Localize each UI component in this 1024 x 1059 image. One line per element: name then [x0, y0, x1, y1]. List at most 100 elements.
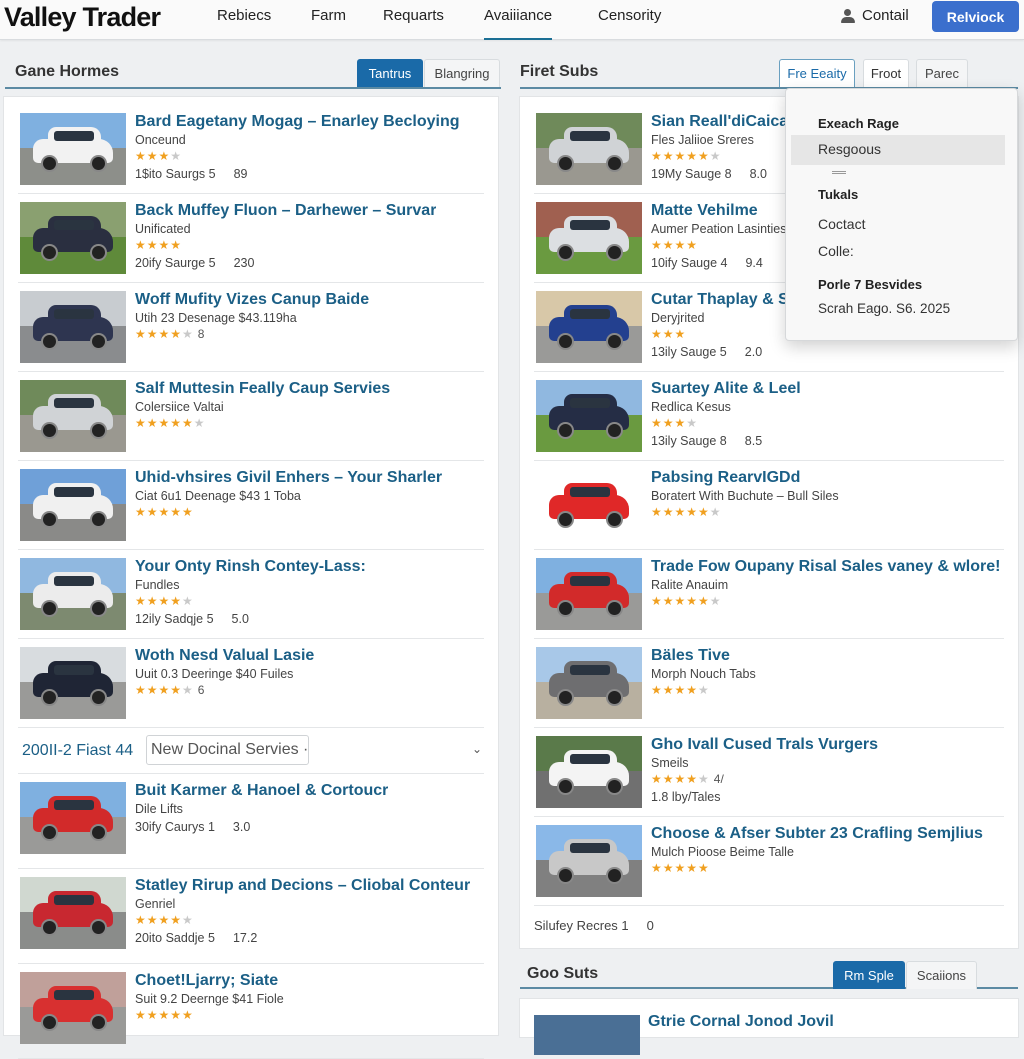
- car-thumbnail[interactable]: [536, 558, 642, 630]
- listing-title[interactable]: Salf Muttesin Feally Caup Servies: [135, 380, 390, 398]
- star-rating-filled: ★★★★: [135, 913, 183, 927]
- dropdown-item-date[interactable]: Scrah Eago. S6. 2025: [818, 301, 950, 316]
- listing-title[interactable]: Back Muffey Fluon – Darhewer – Survar: [135, 202, 436, 220]
- listing-item[interactable]: Gho Ivall Cused Trals Vurgers Smeils ★★★★★…: [534, 728, 1004, 817]
- listing-title[interactable]: Matte Vehilme: [651, 202, 758, 220]
- car-thumbnail[interactable]: [536, 380, 642, 452]
- nav-item-4-active[interactable]: Avaiiiance: [484, 7, 553, 40]
- listing-title[interactable]: Suartey Alite & Leel: [651, 380, 801, 398]
- tab-parec[interactable]: Parec: [916, 59, 968, 87]
- listing-item[interactable]: Trade Fow Oupany Risal Sales vaney & wlo…: [534, 550, 1004, 639]
- car-thumbnail[interactable]: [536, 113, 642, 185]
- tab-scaiions[interactable]: Scaiions: [906, 961, 977, 989]
- chevron-down-icon[interactable]: ⌄: [472, 742, 482, 756]
- listing-title[interactable]: Pabsing RearvIGDd: [651, 469, 800, 487]
- car-thumbnail[interactable]: [536, 291, 642, 363]
- car-thumbnail[interactable]: [20, 380, 126, 452]
- listing-subtitle: Uuit 0.3 Deeringe $40 Fuiles: [135, 667, 294, 681]
- car-thumbnail[interactable]: [536, 825, 642, 897]
- listing-title[interactable]: Statley Rirup and Decions – Cliobal Cont…: [135, 877, 470, 895]
- listing-item[interactable]: Your Onty Rinsh Contey-Lass: Fundles ★★★★★…: [18, 550, 484, 639]
- listing-item[interactable]: Choet!Ljarry; Siate Suit 9.2 Deernge $41 …: [18, 964, 484, 1059]
- listing-meta: 12ily Sadqje 5 5.0: [135, 612, 249, 626]
- listing-title[interactable]: Trade Fow Oupany Risal Sales vaney & wlo…: [651, 558, 1000, 576]
- listing-item[interactable]: Statley Rirup and Decions – Cliobal Cont…: [18, 869, 484, 964]
- listing-title[interactable]: Gho Ivall Cused Trals Vurgers: [651, 736, 878, 754]
- listing-title[interactable]: Sian Reall'diCaicar: [651, 113, 794, 131]
- star-rating-filled: ★★★★: [651, 772, 699, 786]
- listing-meta: 13ily Sauge 8 8.5: [651, 434, 762, 448]
- star-empty-icon: ★: [193, 416, 206, 430]
- listing-item[interactable]: Buit Karmer & Hanoel & Cortoucr Dile Lift…: [18, 774, 484, 869]
- listing-meta: 19My Sauge 8 8.0: [651, 167, 767, 181]
- star-empty-icon: ★: [698, 772, 710, 786]
- filter-select[interactable]: New Docinal Servies ·: [146, 735, 309, 765]
- star-rating-filled: ★★★★★: [651, 149, 710, 163]
- results-footer-value: 0: [646, 918, 654, 933]
- car-thumbnail[interactable]: [536, 647, 642, 719]
- star-rating: ★★★★★: [135, 913, 194, 927]
- listing-title[interactable]: Bäles Tive: [651, 647, 730, 665]
- dropdown-item-colle[interactable]: Colle:: [818, 243, 854, 259]
- listing-item[interactable]: Woth Nesd Valual Lasie Uuit 0.3 Deeringe …: [18, 639, 484, 728]
- dropdown-item-coctact[interactable]: Coctact: [818, 216, 865, 232]
- listing-item[interactable]: Bard Eagetany Mogag – Enarley Becloying O…: [18, 105, 484, 194]
- tab-rm-sple[interactable]: Rm Sple: [833, 961, 905, 989]
- listing-item[interactable]: Back Muffey Fluon – Darhewer – Survar Uni…: [18, 194, 484, 283]
- listing-thumbnail[interactable]: [534, 1015, 640, 1055]
- star-rating-filled: ★★★★: [135, 238, 183, 252]
- listing-item[interactable]: Suartey Alite & Leel Redlica Kesus ★★★★ 13i…: [534, 372, 1004, 461]
- listing-title[interactable]: Woff Mufity Vizes Canup Baide: [135, 291, 369, 309]
- bottom-card: Gtrie Cornal Jonod Jovil: [519, 998, 1019, 1055]
- car-thumbnail[interactable]: [20, 469, 126, 541]
- car-thumbnail[interactable]: [20, 782, 126, 854]
- dropdown-item-resgoous[interactable]: Resgoous: [818, 141, 881, 157]
- listing-item[interactable]: Salf Muttesin Feally Caup Servies Colersi…: [18, 372, 484, 461]
- star-empty-icon: ★: [709, 149, 722, 163]
- tab-tantrus[interactable]: Tantrus: [357, 59, 423, 87]
- car-thumbnail[interactable]: [20, 647, 126, 719]
- listing-title[interactable]: Uhid-vhsires Givil Enhers – Your Sharler: [135, 469, 442, 487]
- listing-title[interactable]: Cutar Thaplay & S: [651, 291, 789, 309]
- car-thumbnail[interactable]: [536, 202, 642, 274]
- listing-title[interactable]: Your Onty Rinsh Contey-Lass:: [135, 558, 366, 576]
- car-thumbnail[interactable]: [536, 736, 642, 808]
- listing-meta-label: 1.8 lby/Tales: [651, 790, 721, 804]
- nav-item-5[interactable]: Censority: [598, 7, 661, 40]
- nav-item-2[interactable]: Farm: [311, 7, 346, 40]
- nav-item-1[interactable]: Rebiecs: [217, 7, 271, 40]
- listing-meta-label: 1$ito Saurgs 5: [135, 167, 216, 181]
- listing-subtitle: Morph Nouch Tabs: [651, 667, 756, 681]
- car-thumbnail[interactable]: [536, 469, 642, 541]
- listing-title[interactable]: Bard Eagetany Mogag – Enarley Becloying: [135, 113, 460, 131]
- tab-blangring[interactable]: Blangring: [424, 59, 500, 87]
- listing-item[interactable]: Pabsing RearvIGDd Boratert With Buchute –…: [534, 461, 1004, 550]
- listing-meta-label: 10ify Sauge 4: [651, 256, 728, 270]
- listing-item[interactable]: Woff Mufity Vizes Canup Baide Utih 23 Des…: [18, 283, 484, 372]
- contact-link[interactable]: Contail: [840, 7, 909, 24]
- listing-title[interactable]: Choose & Afser Subter 23 Crafling Semjli…: [651, 825, 983, 843]
- star-rating: ★★★★★: [135, 1008, 194, 1022]
- car-thumbnail[interactable]: [20, 972, 126, 1044]
- site-logo[interactable]: Valley Trader: [4, 2, 161, 33]
- listing-meta-label: 13ily Sauge 8: [651, 434, 727, 448]
- car-thumbnail[interactable]: [20, 877, 126, 949]
- car-thumbnail[interactable]: [20, 113, 126, 185]
- car-thumbnail[interactable]: [20, 202, 126, 274]
- star-rating: ★★★★: [135, 149, 182, 163]
- results-footer-label: Silufey Recres 1: [534, 918, 629, 933]
- tab-froot[interactable]: Froot: [863, 59, 909, 87]
- left-panel-title: Gane Hormes: [15, 63, 120, 80]
- bottom-partial-title[interactable]: Gtrie Cornal Jonod Jovil: [648, 1013, 834, 1031]
- car-thumbnail[interactable]: [20, 291, 126, 363]
- listing-title[interactable]: Buit Karmer & Hanoel & Cortoucr: [135, 782, 388, 800]
- listing-item[interactable]: Bäles Tive Morph Nouch Tabs ★★★★★: [534, 639, 1004, 728]
- listing-title[interactable]: Choet!Ljarry; Siate: [135, 972, 278, 990]
- tab-fre-eeaity[interactable]: Fre Eeaity: [779, 59, 855, 87]
- listing-item[interactable]: Uhid-vhsires Givil Enhers – Your Sharler…: [18, 461, 484, 550]
- car-thumbnail[interactable]: [20, 558, 126, 630]
- listing-title[interactable]: Woth Nesd Valual Lasie: [135, 647, 314, 665]
- nav-item-3[interactable]: Requarts: [383, 7, 444, 40]
- listing-item[interactable]: Choose & Afser Subter 23 Crafling Semjli…: [534, 817, 1004, 906]
- cta-button[interactable]: Relviock: [932, 1, 1019, 32]
